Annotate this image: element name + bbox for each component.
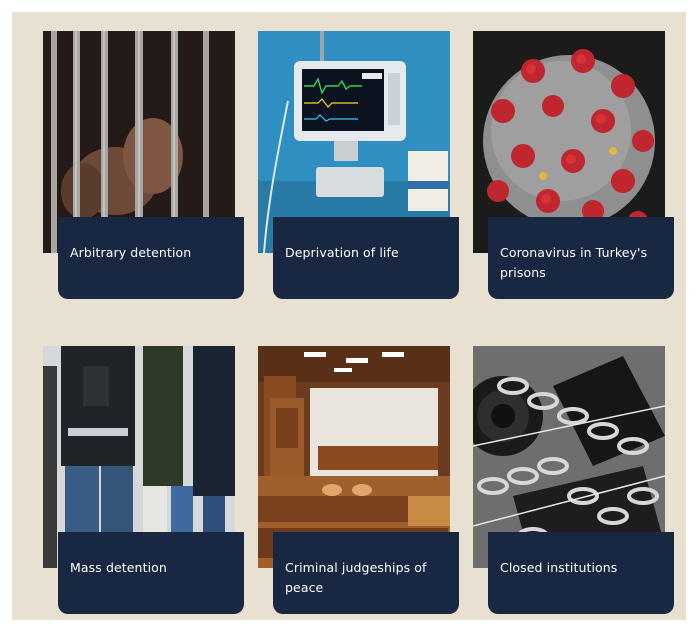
topic-label-box[interactable]: Mass detention	[58, 532, 244, 614]
topic-card-coronavirus-prisons[interactable]: Coronavirus in Turkey's prisons	[473, 31, 683, 301]
topic-card-deprivation-of-life[interactable]: Deprivation of life	[258, 31, 468, 301]
topic-label-box[interactable]: Closed institutions	[488, 532, 674, 614]
topic-card-mass-detention[interactable]: Mass detention	[43, 346, 253, 616]
topics-grid: Arbitrary detention Deprivation of life …	[12, 12, 686, 620]
topic-card-closed-institutions[interactable]: Closed institutions	[473, 346, 683, 616]
topic-card-arbitrary-detention[interactable]: Arbitrary detention	[43, 31, 253, 301]
topic-label-box[interactable]: Deprivation of life	[273, 217, 459, 299]
topic-title[interactable]: Arbitrary detention	[70, 243, 230, 263]
topic-card-criminal-judgeships[interactable]: Criminal judgeships of peace	[258, 346, 468, 616]
topic-label-box[interactable]: Arbitrary detention	[58, 217, 244, 299]
topic-title[interactable]: Closed institutions	[500, 558, 660, 578]
topic-title[interactable]: Coronavirus in Turkey's prisons	[500, 243, 660, 283]
topic-title[interactable]: Criminal judgeships of peace	[285, 558, 445, 598]
topic-label-box[interactable]: Criminal judgeships of peace	[273, 532, 459, 614]
topic-label-box[interactable]: Coronavirus in Turkey's prisons	[488, 217, 674, 299]
topic-title[interactable]: Mass detention	[70, 558, 230, 578]
topic-title[interactable]: Deprivation of life	[285, 243, 445, 263]
